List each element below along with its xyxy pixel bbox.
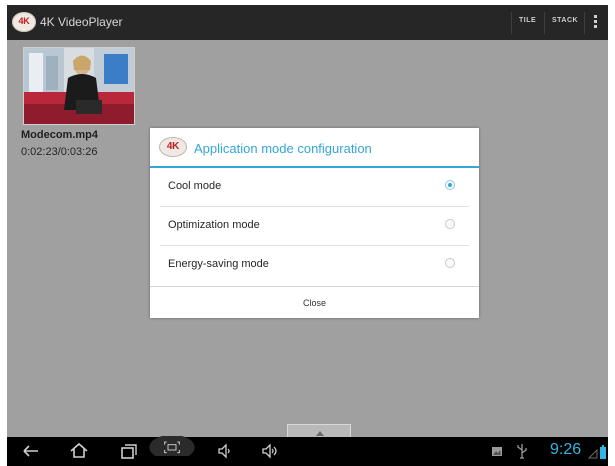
- action-bar: 4K 4K VideoPlayer TILE STACK: [7, 5, 608, 40]
- stack-button[interactable]: STACK: [552, 17, 578, 24]
- gallery-icon: [492, 447, 502, 456]
- dialog-button-bar: Close: [150, 286, 479, 319]
- expand-handle[interactable]: [287, 424, 351, 437]
- close-button[interactable]: Close: [150, 287, 479, 319]
- video-thumbnail[interactable]: [23, 47, 135, 125]
- app-title: 4K VideoPlayer: [40, 15, 123, 29]
- video-duration: 0:02:23/0:03:26: [21, 146, 98, 158]
- video-preview-image: [24, 48, 134, 124]
- option-label: Energy-saving mode: [168, 258, 269, 270]
- home-icon[interactable]: [69, 441, 89, 461]
- action-divider: [584, 12, 585, 34]
- option-label: Optimization mode: [168, 219, 260, 231]
- system-nav-bar: 9:26: [7, 436, 608, 466]
- action-divider: [511, 12, 512, 34]
- expand-handle-icon: [316, 431, 324, 436]
- option-cool-mode[interactable]: Cool mode: [150, 168, 479, 206]
- dialog-header: 4K Application mode configuration: [150, 128, 479, 168]
- video-file-name[interactable]: Modecom.mp4: [21, 129, 98, 141]
- status-clock: 9:26: [550, 441, 582, 458]
- option-energy-saving-mode[interactable]: Energy-saving mode: [150, 246, 479, 284]
- volume-down-icon[interactable]: [215, 441, 235, 461]
- dialog-logo-text: 4K: [166, 141, 180, 152]
- app-logo[interactable]: 4K: [12, 12, 36, 32]
- radio-selected[interactable]: [445, 180, 455, 190]
- back-icon[interactable]: [21, 441, 41, 461]
- battery-icon: [600, 445, 606, 459]
- action-divider: [544, 12, 545, 34]
- option-optimization-mode[interactable]: Optimization mode: [150, 207, 479, 245]
- volume-up-icon[interactable]: [259, 441, 281, 461]
- radio-unselected[interactable]: [445, 219, 455, 229]
- dialog-title: Application mode configuration: [194, 141, 372, 156]
- wifi-icon: [588, 448, 598, 459]
- dialog-logo: 4K: [159, 137, 187, 157]
- app-logo-text: 4K: [18, 16, 30, 26]
- usb-icon: [517, 444, 527, 459]
- app-window: 4K 4K VideoPlayer TILE STACK Modecom.mp4…: [7, 5, 608, 437]
- tile-button[interactable]: TILE: [519, 17, 536, 24]
- option-label: Cool mode: [168, 180, 222, 192]
- screenshot-icon[interactable]: [137, 436, 207, 456]
- radio-unselected[interactable]: [445, 258, 455, 268]
- mode-config-dialog: 4K Application mode configuration Cool m…: [150, 128, 479, 318]
- overflow-menu-icon[interactable]: [594, 15, 598, 31]
- recent-apps-icon[interactable]: [119, 441, 139, 461]
